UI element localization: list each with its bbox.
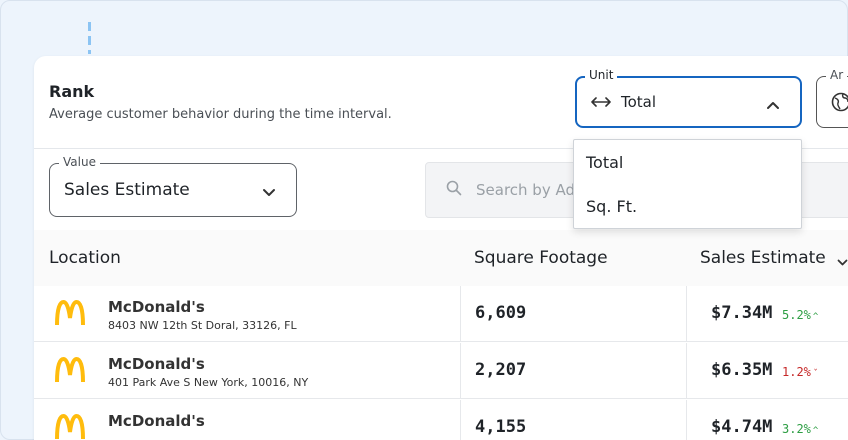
search-icon — [446, 180, 462, 200]
location-name: McDonald's — [108, 298, 205, 316]
column-divider — [686, 400, 687, 440]
location-address: 401 Park Ave S New York, 10016, NY — [108, 376, 309, 389]
unit-select[interactable]: Total — [575, 76, 802, 128]
table-header: Location Square Footage Sales Estimate — [34, 230, 848, 286]
rank-card: Rank Average customer behavior during th… — [34, 56, 848, 440]
area-legend: Ar — [826, 68, 848, 82]
sales-estimate-value: $7.34M — [711, 303, 773, 323]
sort-chevron-down-icon[interactable] — [837, 252, 848, 271]
caret-up-icon: ^ — [812, 312, 819, 322]
value-legend: Value — [59, 155, 100, 169]
value-select-value: Sales Estimate — [64, 180, 190, 200]
unit-option-total[interactable]: Total — [574, 140, 801, 184]
sales-change-value: 3.2% — [782, 422, 811, 436]
sales-change: 3.2% ^ — [782, 422, 818, 436]
unit-option-sq-ft[interactable]: Sq. Ft. — [574, 184, 801, 228]
value-select[interactable]: Sales Estimate — [49, 163, 297, 217]
table-row[interactable]: McDonald's 401 Park Ave S New York, 1001… — [34, 343, 848, 399]
mcdonalds-logo-icon — [55, 413, 85, 440]
mcdonalds-logo-icon — [55, 299, 85, 330]
table-row[interactable]: McDonald's 4,155 $4.74M 3.2% ^ — [34, 400, 848, 440]
square-footage-value: 6,609 — [475, 303, 527, 323]
unit-dropdown-menu: Total Sq. Ft. — [573, 139, 802, 229]
column-divider — [686, 286, 687, 341]
caret-up-icon: ^ — [812, 426, 819, 436]
card-subtitle: Average customer behavior during the tim… — [49, 107, 392, 122]
horizontal-arrows-icon — [591, 93, 617, 112]
sales-change: 5.2% ^ — [782, 308, 818, 322]
chevron-down-icon — [262, 183, 276, 202]
sales-change: 1.2% ˇ — [782, 365, 818, 379]
caret-down-icon: ˇ — [812, 369, 819, 379]
column-divider — [686, 343, 687, 398]
column-divider — [460, 400, 461, 440]
sales-change-value: 5.2% — [782, 308, 811, 322]
column-divider — [460, 343, 461, 398]
chevron-up-icon — [766, 95, 780, 114]
column-header-sales-estimate[interactable]: Sales Estimate — [700, 248, 826, 268]
location-address: 8403 NW 12th St Doral, 33126, FL — [108, 319, 297, 332]
card-title: Rank — [49, 82, 95, 101]
column-header-location[interactable]: Location — [49, 248, 121, 268]
location-name: McDonald's — [108, 412, 205, 430]
location-name: McDonald's — [108, 355, 205, 373]
unit-legend: Unit — [585, 68, 618, 82]
sales-change-value: 1.2% — [782, 365, 811, 379]
area-select[interactable] — [816, 76, 848, 128]
column-divider — [460, 286, 461, 341]
square-footage-value: 4,155 — [475, 417, 527, 437]
mcdonalds-logo-icon — [55, 356, 85, 387]
table-row[interactable]: McDonald's 8403 NW 12th St Doral, 33126,… — [34, 286, 848, 342]
column-header-square-footage[interactable]: Square Footage — [474, 248, 608, 268]
sales-estimate-value: $6.35M — [711, 360, 773, 380]
globe-icon — [831, 92, 848, 116]
square-footage-value: 2,207 — [475, 360, 527, 380]
sales-estimate-value: $4.74M — [711, 417, 773, 437]
unit-select-value: Total — [621, 93, 657, 111]
guide-line — [88, 22, 91, 54]
